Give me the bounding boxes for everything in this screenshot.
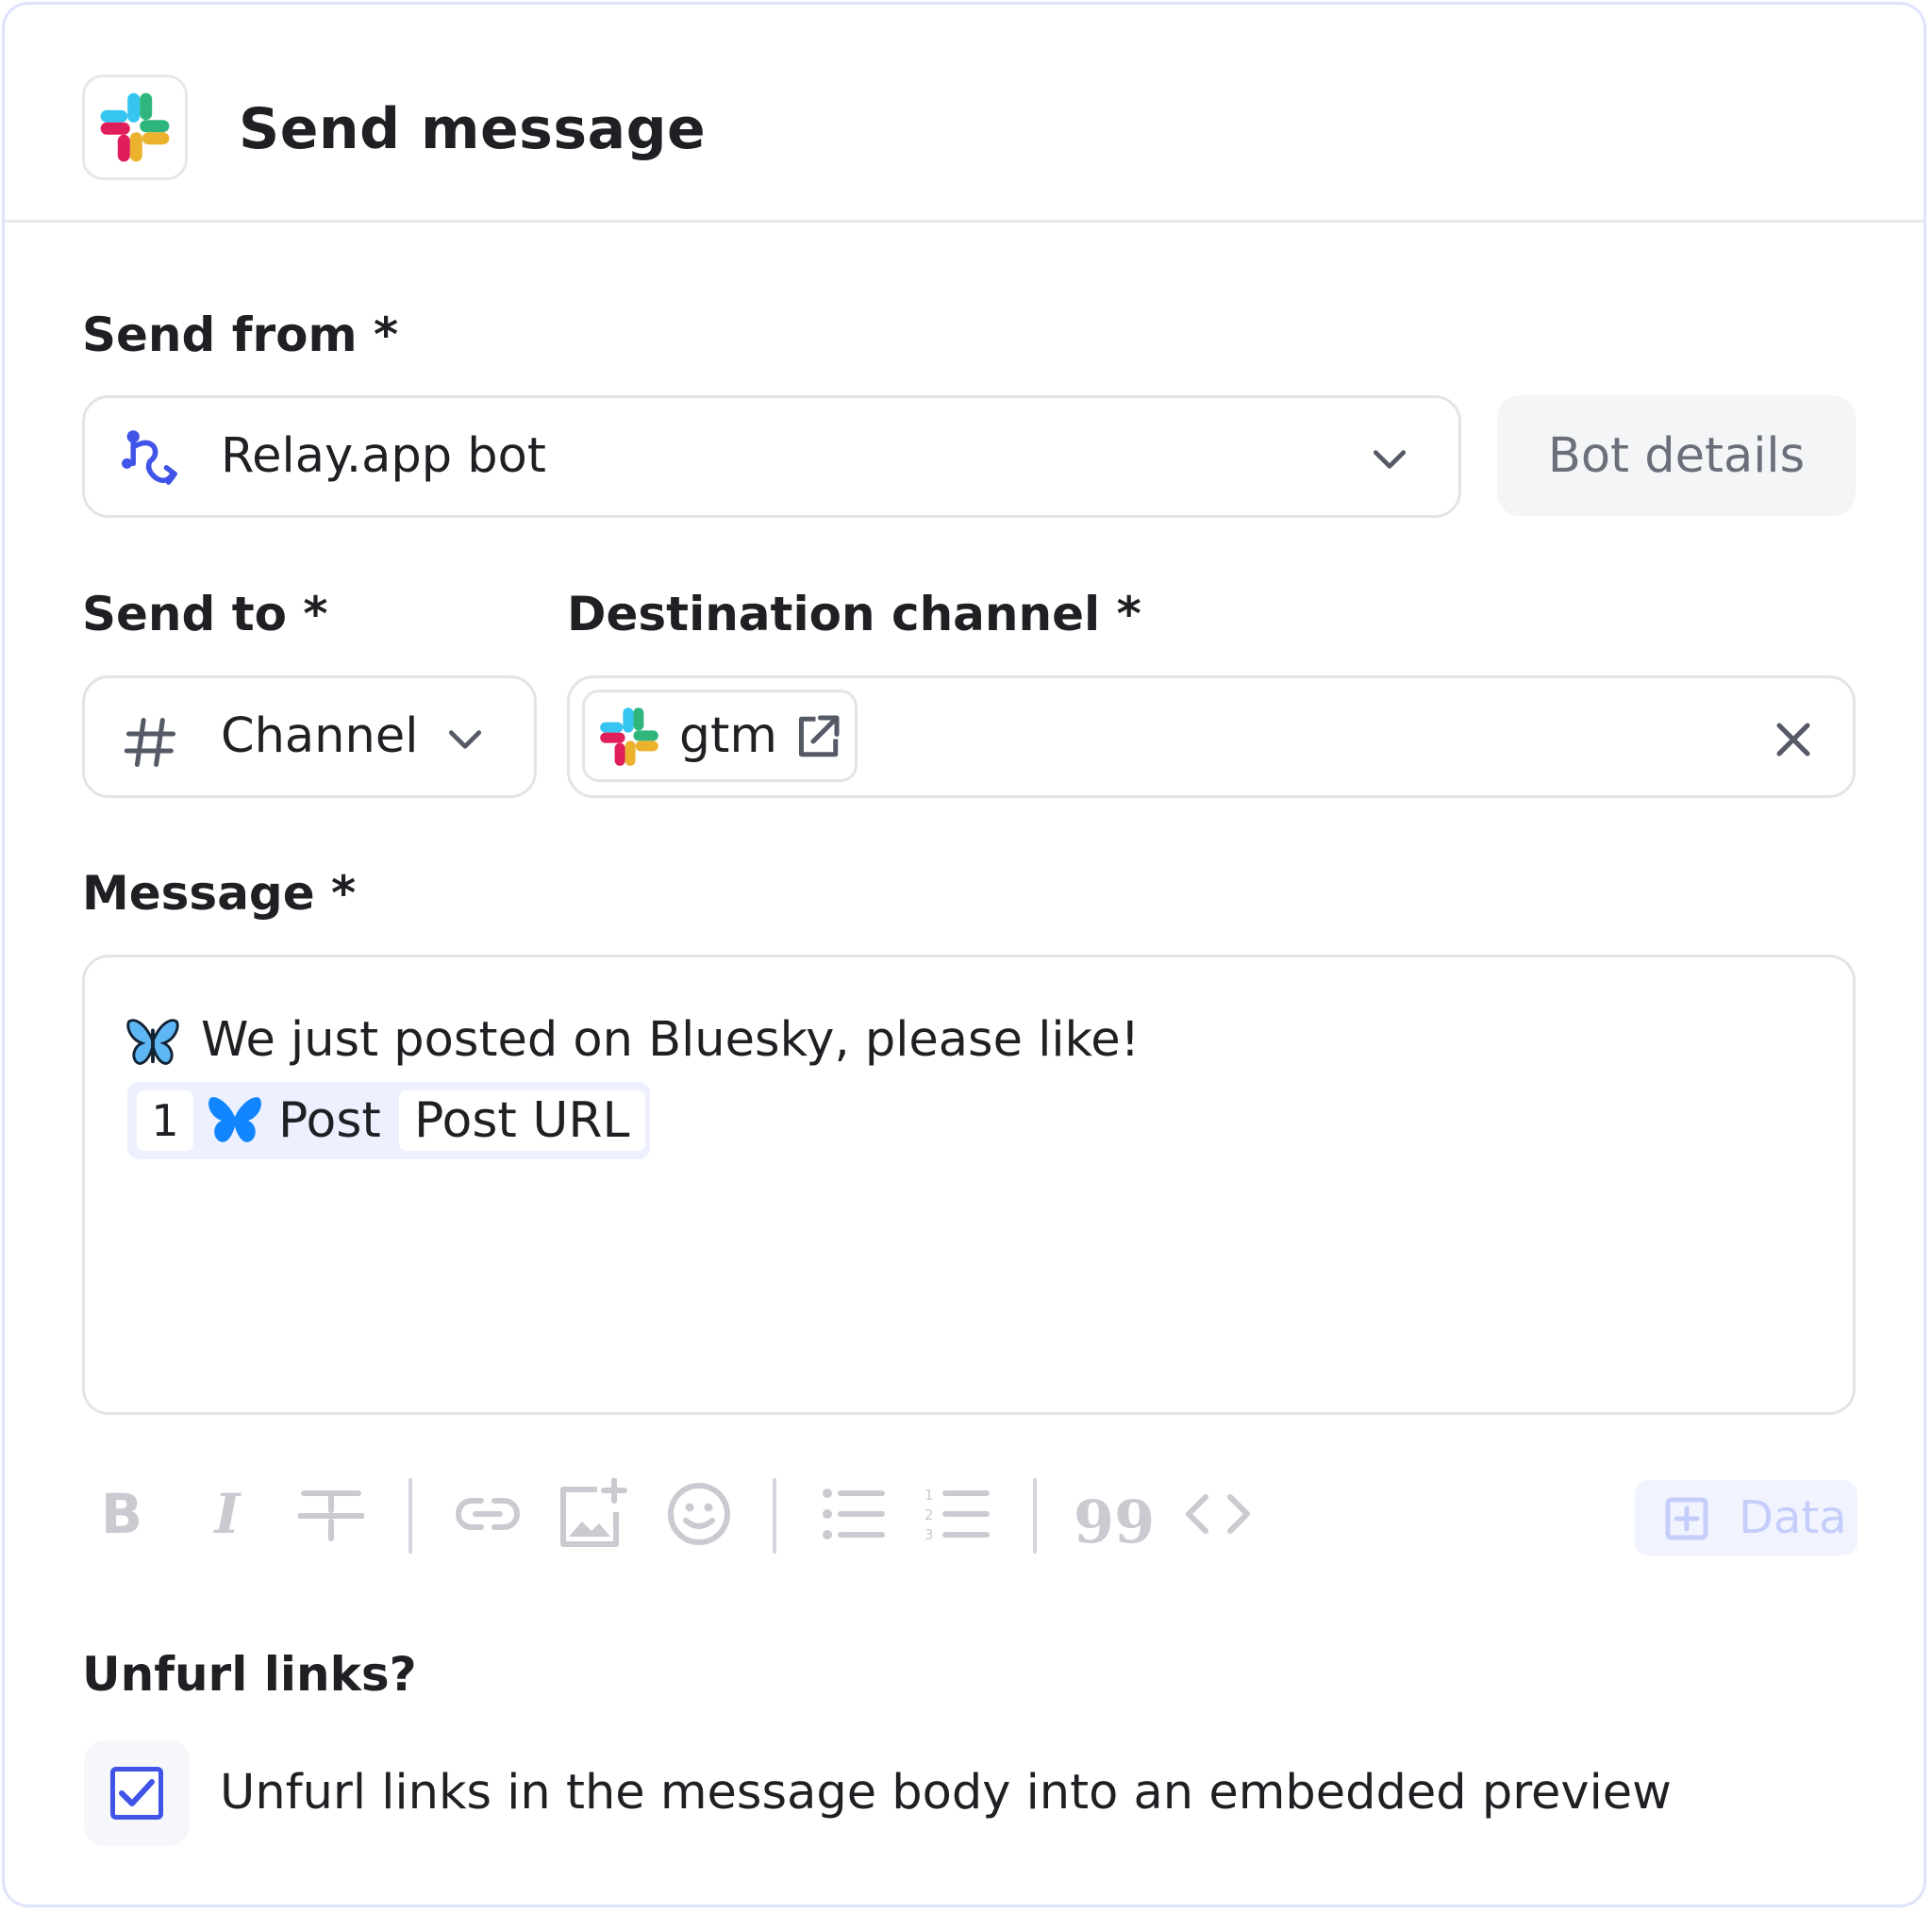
unfurl-checkbox-label: Unfurl links in the message body into an…	[220, 1765, 1672, 1821]
slack-logo-icon	[100, 92, 170, 162]
image-add-icon	[560, 1478, 627, 1547]
external-link-icon[interactable]	[794, 713, 841, 760]
svg-text:3: 3	[924, 1526, 934, 1541]
send-from-select[interactable]: Relay.app bot	[82, 395, 1461, 518]
italic-button[interactable]: I	[190, 1476, 265, 1552]
italic-icon: I	[214, 1482, 241, 1546]
emoji-icon	[668, 1483, 730, 1545]
token-field-label: Post URL	[399, 1090, 645, 1151]
channel-chip-label: gtm	[679, 707, 778, 764]
token-step-number: 1	[137, 1090, 193, 1151]
checkmark-icon	[119, 1779, 155, 1806]
quote-icon: 99	[1073, 1488, 1156, 1556]
send-to-value: Channel	[221, 708, 419, 764]
destination-channel-label: Destination channel *	[567, 587, 1141, 641]
unfurl-checkbox-wrapper[interactable]	[84, 1740, 190, 1846]
strikethrough-button[interactable]	[293, 1476, 369, 1552]
strikethrough-icon	[298, 1490, 364, 1541]
bot-details-button[interactable]: Bot details	[1497, 395, 1856, 516]
code-button[interactable]	[1180, 1476, 1256, 1552]
bullet-list-icon	[823, 1489, 885, 1539]
toolbar-divider	[773, 1478, 776, 1554]
bluesky-logo-icon	[208, 1097, 261, 1142]
page-title: Send message	[239, 96, 707, 162]
send-from-label: Send from *	[82, 308, 399, 362]
send-message-card: Send message Send from * Relay.app bot B…	[2, 2, 1926, 1907]
message-label: Message *	[82, 866, 357, 921]
chevron-down-icon	[448, 730, 482, 749]
numbered-list-button[interactable]: 1 2 3	[920, 1476, 995, 1552]
data-token[interactable]: 1 Post Post URL	[127, 1082, 650, 1159]
unfurl-links-label: Unfurl links?	[82, 1647, 417, 1702]
emoji-button[interactable]	[661, 1476, 737, 1552]
slack-logo-icon	[600, 707, 658, 766]
svg-text:2: 2	[924, 1506, 934, 1523]
code-icon	[1186, 1494, 1250, 1534]
image-button[interactable]	[554, 1476, 629, 1552]
send-to-select[interactable]: Channel	[82, 675, 537, 798]
toolbar-divider	[408, 1478, 412, 1554]
link-button[interactable]	[450, 1476, 525, 1552]
bullet-list-button[interactable]	[816, 1476, 891, 1552]
link-icon	[455, 1498, 521, 1530]
unfurl-checkbox[interactable]	[110, 1767, 163, 1820]
insert-data-label: Data	[1739, 1491, 1847, 1544]
plus-square-icon	[1665, 1497, 1708, 1540]
bold-icon: B	[100, 1482, 143, 1546]
clear-icon[interactable]	[1772, 718, 1815, 761]
hash-icon	[125, 717, 176, 768]
send-from-value: Relay.app bot	[221, 428, 546, 484]
bold-button[interactable]: B	[84, 1476, 159, 1552]
channel-chip[interactable]: gtm	[582, 690, 858, 782]
card-header: Send message	[5, 5, 1924, 223]
slack-app-icon	[82, 75, 188, 180]
numbered-list-icon: 1 2 3	[924, 1487, 990, 1541]
relay-logo-icon	[122, 430, 177, 485]
message-line-text: We just posted on Bluesky, please like!	[201, 1012, 1141, 1068]
svg-text:1: 1	[924, 1487, 934, 1504]
butterfly-emoji-icon	[126, 1019, 179, 1065]
insert-data-button[interactable]: Data	[1635, 1480, 1857, 1555]
send-to-label: Send to *	[82, 587, 328, 641]
chevron-down-icon	[1373, 450, 1407, 469]
toolbar-divider	[1033, 1478, 1037, 1554]
quote-button[interactable]: 99	[1073, 1476, 1156, 1556]
token-source-label: Post	[278, 1092, 381, 1149]
